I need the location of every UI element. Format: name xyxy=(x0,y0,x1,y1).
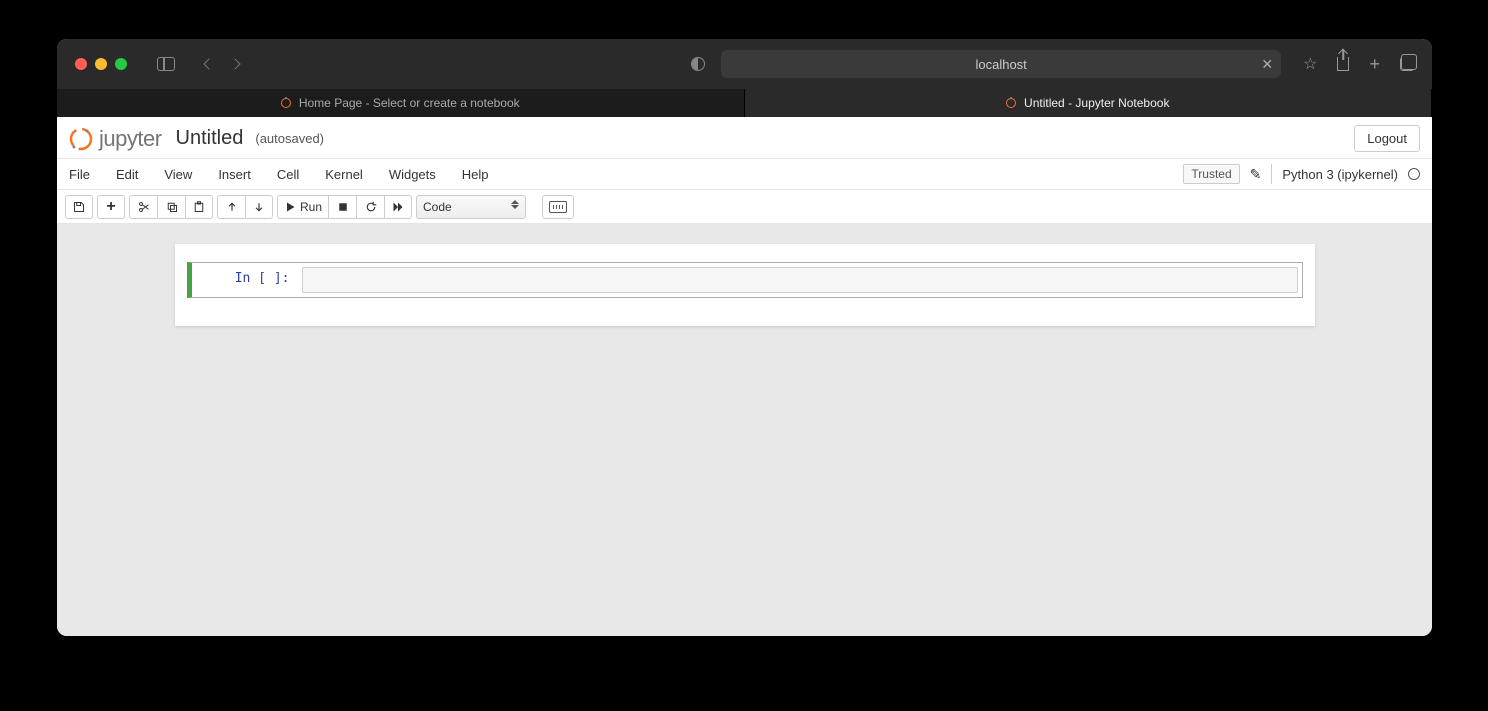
menus: File Edit View Insert Cell Kernel Widget… xyxy=(69,167,489,182)
tab-untitled-notebook[interactable]: Untitled - Jupyter Notebook xyxy=(745,89,1433,117)
keyboard-icon xyxy=(549,201,567,213)
interrupt-kernel-button[interactable] xyxy=(328,195,356,219)
code-input[interactable] xyxy=(302,267,1298,293)
insert-cell-button[interactable]: + xyxy=(97,195,125,219)
kernel-status-icon xyxy=(1408,168,1420,180)
privacy-report-icon[interactable] xyxy=(691,57,705,71)
back-button[interactable] xyxy=(203,58,214,69)
jupyter-logo-text: jupyter xyxy=(99,126,162,152)
copy-icon xyxy=(166,201,178,213)
cell-type-select[interactable]: Code xyxy=(416,195,526,219)
autosave-status: (autosaved) xyxy=(255,131,324,146)
menu-cell[interactable]: Cell xyxy=(277,167,299,182)
save-icon xyxy=(73,201,85,213)
run-label: Run xyxy=(300,200,322,214)
tab-strip: Home Page - Select or create a notebook … xyxy=(57,89,1432,117)
menu-help[interactable]: Help xyxy=(462,167,489,182)
input-prompt: In [ ]: xyxy=(196,267,296,293)
tab-overview-icon[interactable] xyxy=(1400,57,1414,71)
notebook-title[interactable]: Untitled xyxy=(176,127,244,150)
tab-home-page[interactable]: Home Page - Select or create a notebook xyxy=(57,89,745,117)
notebook-header: jupyter Untitled (autosaved) Logout xyxy=(57,117,1432,158)
jupyter-logo[interactable]: jupyter xyxy=(69,126,162,152)
new-tab-button[interactable]: + xyxy=(1369,55,1380,73)
restart-kernel-button[interactable] xyxy=(356,195,384,219)
command-palette-button[interactable] xyxy=(542,195,574,219)
tab-label: Untitled - Jupyter Notebook xyxy=(1024,96,1169,110)
cut-cell-button[interactable] xyxy=(129,195,157,219)
tab-label: Home Page - Select or create a notebook xyxy=(299,96,520,110)
titlebar: localhost ✕ + xyxy=(57,39,1432,89)
toolbar: + xyxy=(57,190,1432,224)
menu-bar-right: Trusted Python 3 (ipykernel) xyxy=(1183,164,1420,184)
menu-file[interactable]: File xyxy=(69,167,90,182)
kernel-name[interactable]: Python 3 (ipykernel) xyxy=(1282,167,1398,182)
nav-arrows xyxy=(205,60,239,68)
address-bar[interactable]: localhost ✕ xyxy=(721,50,1281,78)
menu-kernel[interactable]: Kernel xyxy=(325,167,363,182)
stop-icon xyxy=(337,201,349,213)
notebook-chrome: jupyter Untitled (autosaved) Logout File… xyxy=(57,117,1432,224)
menu-bar: File Edit View Insert Cell Kernel Widget… xyxy=(57,158,1432,190)
menu-widgets[interactable]: Widgets xyxy=(389,167,436,182)
cell-type-value: Code xyxy=(423,200,452,214)
save-button[interactable] xyxy=(65,195,93,219)
notebook-area: In [ ]: xyxy=(57,224,1432,636)
browser-window: localhost ✕ + Home Page - Select or crea… xyxy=(57,39,1432,636)
jupyter-favicon-icon xyxy=(281,98,291,108)
play-icon xyxy=(284,201,296,213)
sidebar-toggle-icon[interactable] xyxy=(157,57,175,71)
bookmark-icon[interactable] xyxy=(1303,54,1317,74)
edit-mode-icon[interactable] xyxy=(1250,166,1262,183)
forward-button[interactable] xyxy=(229,58,240,69)
logout-button[interactable]: Logout xyxy=(1354,125,1420,152)
move-cell-down-button[interactable] xyxy=(245,195,273,219)
titlebar-right-controls: + xyxy=(1303,54,1414,74)
stop-reload-icon[interactable]: ✕ xyxy=(1261,57,1273,71)
arrow-up-icon xyxy=(226,201,238,213)
notebook-container: In [ ]: xyxy=(175,244,1315,326)
separator xyxy=(1271,164,1272,184)
jupyter-logo-icon xyxy=(69,127,93,151)
page-content: jupyter Untitled (autosaved) Logout File… xyxy=(57,117,1432,636)
minimize-window-button[interactable] xyxy=(95,58,107,70)
paste-cell-button[interactable] xyxy=(185,195,213,219)
paste-icon xyxy=(193,201,205,213)
run-cell-button[interactable]: Run xyxy=(277,195,328,219)
menu-insert[interactable]: Insert xyxy=(218,167,251,182)
window-controls xyxy=(75,58,127,70)
restart-icon xyxy=(365,201,377,213)
share-icon[interactable] xyxy=(1337,57,1349,71)
code-cell[interactable]: In [ ]: xyxy=(187,262,1303,298)
restart-run-all-button[interactable] xyxy=(384,195,412,219)
menu-edit[interactable]: Edit xyxy=(116,167,138,182)
close-window-button[interactable] xyxy=(75,58,87,70)
maximize-window-button[interactable] xyxy=(115,58,127,70)
trusted-indicator[interactable]: Trusted xyxy=(1183,164,1239,184)
menu-view[interactable]: View xyxy=(164,167,192,182)
fast-forward-icon xyxy=(392,201,404,213)
move-cell-up-button[interactable] xyxy=(217,195,245,219)
copy-cell-button[interactable] xyxy=(157,195,185,219)
scissors-icon xyxy=(138,201,150,213)
jupyter-favicon-icon xyxy=(1006,98,1016,108)
arrow-down-icon xyxy=(253,201,265,213)
url-text: localhost xyxy=(975,57,1026,72)
plus-icon: + xyxy=(106,198,115,216)
